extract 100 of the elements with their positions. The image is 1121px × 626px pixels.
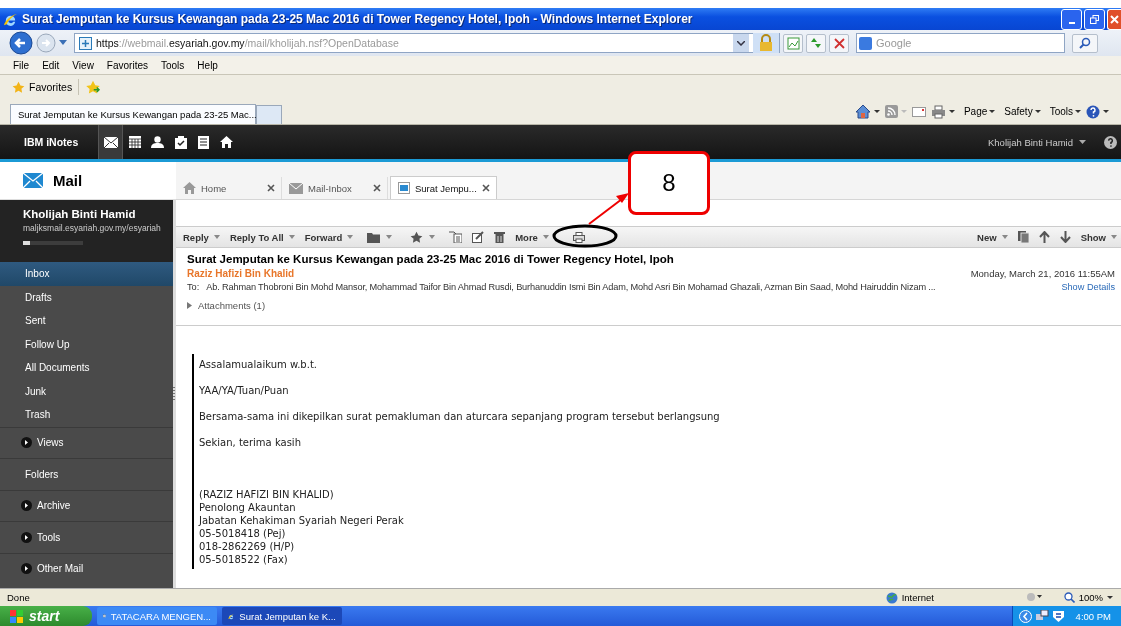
zoom-level[interactable]: 100% (1078, 592, 1103, 603)
show-details-link[interactable]: Show Details (1061, 282, 1115, 292)
dropdown-arrow-icon[interactable] (948, 109, 955, 114)
menu-item[interactable]: View (65, 59, 100, 71)
command-menu[interactable]: Page (963, 106, 996, 117)
more-button[interactable]: More (515, 231, 549, 243)
menu-item[interactable]: Tools (154, 59, 191, 71)
command-menu[interactable]: Safety (1004, 106, 1041, 117)
back-icon[interactable] (9, 31, 33, 55)
taskbar-button[interactable]: Surat Jemputan ke K... (222, 607, 342, 625)
mail-icon[interactable] (98, 125, 124, 159)
account-server: maljksmail.esyariah.gov.my/esyariah (23, 223, 162, 233)
window-title: Surat Jemputan ke Kursus Kewangan pada 23-25 Mac 2016 di Tower Regency Hotel, Ipoh - Windows Internet Explorer (22, 12, 693, 26)
print-icon[interactable] (930, 104, 946, 119)
home-icon[interactable] (854, 104, 871, 119)
new-button[interactable]: New (977, 231, 1008, 243)
compatibility-view-button[interactable] (783, 33, 803, 53)
dropdown-arrow-icon[interactable] (1103, 109, 1109, 114)
tab[interactable]: Home (176, 177, 282, 199)
signature-line: Penolong Akauntan (199, 501, 297, 514)
tray-expand-icon[interactable] (1018, 609, 1032, 623)
caret-icon (542, 235, 549, 239)
refresh-icon (809, 36, 823, 50)
caret-icon[interactable] (1107, 595, 1113, 600)
status-text: Done (7, 592, 30, 603)
message-icon (398, 182, 410, 194)
search-placeholder: Google (876, 37, 912, 49)
shield-icon[interactable] (1052, 610, 1064, 622)
add-favorite-icon[interactable] (85, 79, 102, 95)
caret-icon (1034, 109, 1041, 114)
expand-arrow-icon (187, 302, 192, 309)
app-name: IBM iNotes (23, 136, 80, 148)
signature-line: Jabatan Kehakiman Syariah Negeri Perak (199, 514, 405, 527)
search-icon (1079, 37, 1091, 49)
signature-line: 018-2862269 (H/P) (199, 540, 296, 553)
menu-item[interactable]: Help (190, 59, 224, 71)
toolbar-button[interactable]: Reply (183, 231, 220, 243)
mail-heading: Mail (53, 172, 83, 189)
to-label: To: (187, 282, 200, 292)
restore-button[interactable] (1084, 8, 1105, 30)
up-arrow-icon[interactable] (1038, 231, 1050, 243)
close-icon (833, 37, 845, 49)
favorites-button[interactable]: Favorites (12, 80, 73, 94)
clock: 4:00 PM (1075, 610, 1111, 622)
print-icon[interactable] (572, 231, 585, 243)
list-icon[interactable] (449, 231, 463, 243)
mail-icon (289, 182, 303, 194)
splitter-handle[interactable] (173, 387, 175, 401)
signature-line: (RAZIZ HAFIZI BIN KHALID) (199, 488, 335, 501)
edit-icon[interactable] (472, 231, 485, 243)
search-button[interactable] (1072, 33, 1098, 53)
callout-label: 8 (628, 151, 710, 215)
browser-tab[interactable]: Surat Jemputan ke Kursus Kewangan pada 23-25 Mac... (10, 104, 256, 124)
sidebar-item[interactable]: Sent (0, 309, 173, 333)
caret-icon (1079, 140, 1086, 144)
star-icon (410, 230, 424, 244)
refresh-button[interactable] (806, 33, 826, 53)
toolbar-button[interactable]: Reply To All (229, 231, 295, 243)
caret-icon (386, 235, 393, 239)
toolbar-button[interactable]: Forward (304, 231, 354, 243)
help-icon[interactable] (1104, 135, 1117, 149)
caret-icon (1001, 235, 1008, 239)
message-date: Monday, March 21, 2016 11:55AM (970, 268, 1115, 279)
address-field[interactable]: https://webmail.esyariah.gov.my/mail/kholijah.nsf?OpenDatabase (74, 33, 780, 53)
attachments-toggle[interactable]: Attachments (1) (187, 300, 1115, 311)
delete-icon[interactable] (494, 231, 506, 243)
tab[interactable]: Mail-Inbox (282, 177, 388, 199)
close-icon[interactable] (481, 184, 490, 192)
sidebar-item[interactable]: Drafts (0, 285, 173, 309)
user-menu[interactable]: Kholijah Binti Hamid (988, 136, 1086, 148)
sidebar-item[interactable]: Trash (0, 403, 173, 427)
folder-menu-button[interactable] (367, 231, 393, 243)
show-button[interactable]: Show (1080, 231, 1117, 243)
close-icon[interactable] (373, 184, 381, 192)
sidebar-item[interactable]: Follow Up (0, 332, 173, 356)
sidebar-item[interactable]: All Documents (0, 356, 173, 380)
down-arrow-icon[interactable] (1059, 231, 1071, 243)
stop-button[interactable] (829, 33, 849, 53)
url-dropdown-button[interactable] (733, 34, 749, 52)
zoom-icon[interactable] (1063, 592, 1075, 603)
minimize-button[interactable] (1061, 8, 1082, 30)
star-menu-button[interactable] (410, 230, 436, 244)
menu-item[interactable]: Edit (35, 59, 66, 71)
menu-item[interactable]: Favorites (99, 59, 154, 71)
sidebar-item[interactable]: Inbox (0, 262, 173, 286)
folder-icon (367, 231, 381, 243)
close-button[interactable] (1107, 8, 1121, 30)
sidebar-item[interactable]: Junk (0, 379, 173, 403)
network-icon[interactable] (1035, 610, 1049, 622)
help-icon[interactable] (1086, 104, 1100, 119)
copy-icon[interactable] (1017, 231, 1029, 243)
menu-item[interactable]: File (6, 59, 36, 71)
close-icon[interactable] (267, 184, 275, 192)
caret-icon (347, 235, 354, 239)
command-menu[interactable]: Tools (1049, 106, 1081, 117)
start-button[interactable]: start (0, 606, 92, 626)
caret-icon (1111, 235, 1117, 239)
tab[interactable]: Surat Jempu... (390, 176, 497, 199)
page-icon (79, 36, 92, 50)
dropdown-arrow-icon[interactable] (873, 109, 880, 114)
